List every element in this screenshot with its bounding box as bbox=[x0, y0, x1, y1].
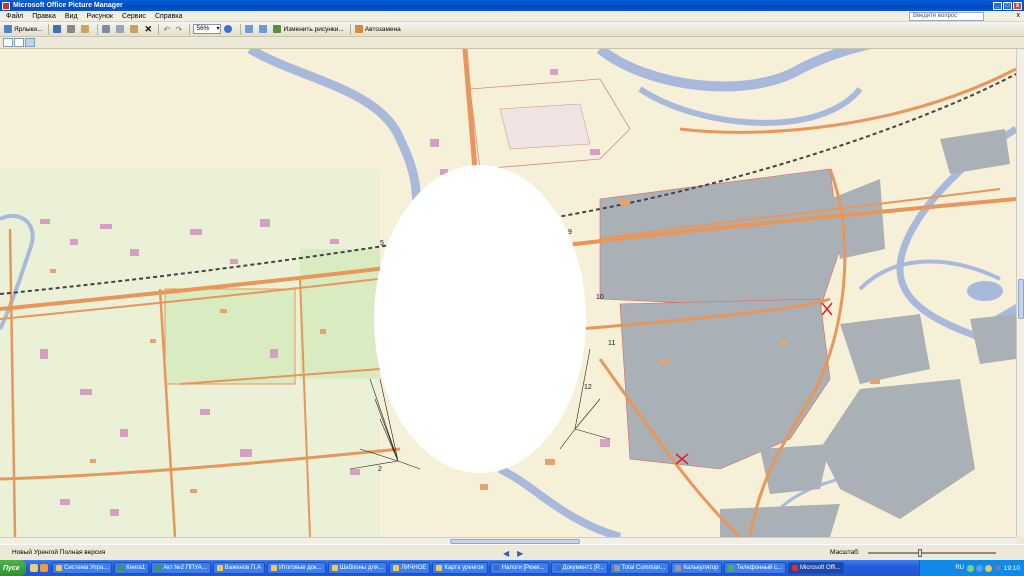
undo-button[interactable]: ↶ bbox=[162, 24, 172, 35]
single-picture-view-button[interactable] bbox=[25, 38, 35, 47]
task-button[interactable]: ЛИЧНОЕ bbox=[389, 562, 431, 574]
rotate-right-icon bbox=[259, 25, 268, 33]
start-button[interactable]: Пуск bbox=[0, 560, 26, 576]
map-label-5: 5 bbox=[380, 240, 384, 247]
status-bar: Новый Уренгой Полная версия ◀ ▶ Масштаб: bbox=[0, 544, 1024, 560]
view-toolbar bbox=[0, 37, 1024, 49]
menu-file[interactable]: Файл bbox=[6, 13, 23, 20]
zoom-label: Масштаб: bbox=[830, 549, 860, 556]
help-icon bbox=[224, 25, 233, 33]
edit-pictures-icon bbox=[273, 25, 282, 33]
picture-name: Новый Уренгой Полная версия bbox=[12, 549, 106, 556]
undo-icon: ↶ bbox=[163, 24, 171, 34]
edit-pictures-label: Изменить рисунки... bbox=[283, 25, 344, 33]
task-button[interactable]: Акт №2 ППУА... bbox=[151, 562, 211, 574]
help-button[interactable] bbox=[223, 24, 235, 35]
rotate-right-button[interactable] bbox=[258, 24, 270, 35]
filmstrip-view-button[interactable] bbox=[14, 38, 24, 47]
previous-picture-icon[interactable]: ◀ bbox=[503, 549, 509, 558]
menu-edit[interactable]: Правка bbox=[32, 13, 56, 20]
print-icon bbox=[67, 25, 76, 33]
mail-icon bbox=[81, 25, 90, 33]
ask-question-input[interactable]: Введите вопрос bbox=[909, 12, 984, 21]
task-button[interactable]: Итоговые док... bbox=[266, 562, 326, 574]
zoom-slider[interactable] bbox=[868, 549, 996, 557]
menu-view[interactable]: Вид bbox=[65, 13, 78, 20]
window-title: Microsoft Office Picture Manager bbox=[13, 2, 123, 9]
minimize-button[interactable]: _ bbox=[993, 1, 1002, 10]
thumbnail-view-button[interactable] bbox=[3, 38, 13, 47]
task-button[interactable]: Телефонный с... bbox=[724, 562, 787, 574]
standard-toolbar: Ярлыки... ✕ ↶ ↷ 56% Изменить рисунки... … bbox=[0, 22, 1024, 37]
picture-canvas[interactable]: 9 10 11 12 2 5 bbox=[0, 49, 1016, 537]
title-bar: Microsoft Office Picture Manager _ □ x bbox=[0, 0, 1024, 11]
tray-n-indicator[interactable]: N bbox=[996, 565, 1001, 572]
autocorrect-icon bbox=[354, 25, 363, 33]
menu-tools[interactable]: Сервис bbox=[122, 13, 146, 20]
shortcuts-button[interactable]: Ярлыки... bbox=[3, 24, 43, 35]
quick-launch-browser-icon[interactable] bbox=[40, 564, 48, 572]
email-button[interactable] bbox=[80, 24, 92, 35]
document-close-button[interactable]: x bbox=[1017, 12, 1021, 19]
rotate-left-icon bbox=[245, 25, 254, 33]
tray-icon[interactable] bbox=[976, 564, 984, 572]
zoom-select[interactable]: 56% bbox=[193, 24, 222, 34]
redo-icon: ↷ bbox=[175, 24, 183, 34]
system-tray: RU N 19:10 bbox=[919, 560, 1024, 576]
delete-icon: ✕ bbox=[144, 23, 152, 34]
cut-icon bbox=[102, 25, 111, 33]
edit-pictures-button[interactable]: Изменить рисунки... bbox=[272, 24, 344, 35]
menu-help[interactable]: Справка bbox=[155, 13, 182, 20]
cut-button[interactable] bbox=[101, 24, 113, 35]
menu-bar: Файл Правка Вид Рисунок Сервис Справка В… bbox=[0, 11, 1024, 22]
tray-icon[interactable] bbox=[967, 564, 975, 572]
rotate-left-button[interactable] bbox=[244, 24, 256, 35]
task-button[interactable]: Калькулятор bbox=[671, 562, 723, 574]
horizontal-scrollbar[interactable] bbox=[0, 537, 1016, 544]
print-button[interactable] bbox=[66, 24, 78, 35]
maximize-button[interactable]: □ bbox=[1003, 1, 1012, 10]
task-button[interactable]: Документ1 [Р... bbox=[550, 562, 608, 574]
task-button[interactable]: Система Упра... bbox=[52, 562, 113, 574]
language-indicator[interactable]: RU bbox=[955, 565, 964, 571]
save-icon bbox=[53, 25, 62, 33]
map-label-2: 2 bbox=[378, 466, 382, 473]
task-button[interactable]: Карта уренгоя bbox=[432, 562, 488, 574]
vertical-scrollbar[interactable] bbox=[1016, 49, 1024, 537]
vertical-scroll-thumb[interactable] bbox=[1018, 279, 1024, 319]
task-button-active[interactable]: Microsoft Offi... bbox=[788, 562, 845, 574]
task-button[interactable]: Важенов П.А bbox=[212, 562, 265, 574]
quick-launch-desktop-icon[interactable] bbox=[30, 564, 38, 572]
map-label-11: 11 bbox=[608, 340, 615, 347]
autocorrect-button[interactable]: Автозамена bbox=[354, 24, 402, 35]
task-button[interactable]: Налоги [Режи... bbox=[489, 562, 549, 574]
paste-icon bbox=[130, 25, 139, 33]
copy-button[interactable] bbox=[115, 24, 127, 35]
next-picture-icon[interactable]: ▶ bbox=[517, 549, 523, 558]
close-button[interactable]: x bbox=[1013, 1, 1022, 10]
map-label-10: 10 bbox=[596, 294, 604, 301]
shortcuts-label: Ярлыки... bbox=[14, 25, 43, 33]
copy-icon bbox=[116, 25, 125, 33]
map-label-12: 12 bbox=[584, 384, 592, 391]
quick-launch bbox=[30, 564, 48, 572]
delete-button[interactable]: ✕ bbox=[143, 24, 153, 35]
task-button[interactable]: Шаблоны для... bbox=[327, 562, 388, 574]
city-map-image: 9 10 11 12 2 5 bbox=[0, 49, 1016, 537]
save-button[interactable] bbox=[52, 24, 64, 35]
zoom-slider-knob[interactable] bbox=[917, 549, 922, 557]
menu-picture[interactable]: Рисунок bbox=[87, 13, 113, 20]
tray-icon[interactable] bbox=[985, 564, 993, 572]
app-icon bbox=[2, 1, 10, 10]
task-button[interactable]: Total Comman... bbox=[609, 562, 670, 574]
task-button[interactable]: Книга1 bbox=[114, 562, 150, 574]
redo-button[interactable]: ↷ bbox=[174, 24, 184, 35]
clock[interactable]: 19:10 bbox=[1004, 565, 1020, 572]
paste-button[interactable] bbox=[129, 24, 141, 35]
windows-taskbar: Пуск Система Упра... Книга1 Акт №2 ППУА.… bbox=[0, 560, 1024, 576]
shortcuts-icon bbox=[4, 25, 12, 33]
autocorrect-label: Автозамена bbox=[364, 25, 401, 33]
